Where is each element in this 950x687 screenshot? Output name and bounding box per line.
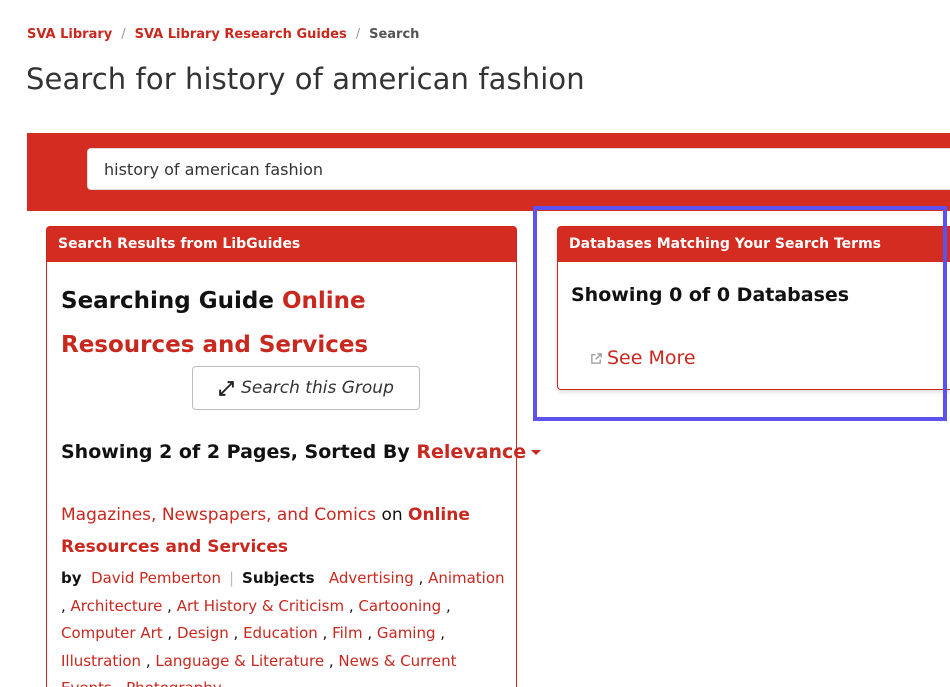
libguides-results-header: Search Results from LibGuides [47,227,516,262]
subjects-label: Subjects [242,569,315,587]
highlight-box [533,206,947,421]
subject-link[interactable]: Architecture [71,597,163,615]
breadcrumb-separator: / [355,27,361,42]
result-title-link[interactable]: Magazines, Newspapers, and Comics [61,505,376,525]
subject-link[interactable]: Animation [428,569,504,587]
result-meta: by David Pemberton | Subjects Advertising … [61,565,506,687]
caret-down-icon [531,450,542,455]
subject-link[interactable]: Advertising [329,569,414,587]
subject-link[interactable]: Computer Art [61,624,163,642]
search-this-group-label: Search this Group [241,378,394,398]
page-title: Search for history of american fashion [26,62,585,96]
showing-pages-text: Showing 2 of 2 Pages, Sorted By [61,441,410,463]
breadcrumb: SVA Library / SVA Library Research Guide… [27,27,419,42]
guide-title-prefix: Searching Guide [61,288,274,314]
search-this-group-button[interactable]: Search this Group [192,366,420,410]
by-label: by [61,569,82,587]
subject-link[interactable]: Art History & Criticism [177,597,344,615]
subject-link[interactable]: Gaming [377,624,436,642]
breadcrumb-sva-library[interactable]: SVA Library [27,27,112,42]
search-band [27,133,950,211]
showing-pages: Showing 2 of 2 Pages, Sorted By Relevanc… [61,441,542,463]
expand-arrows-icon [219,380,234,396]
libguides-results-panel: Search Results from LibGuides Searching … [46,226,542,687]
meta-divider: | [228,569,235,587]
subject-link[interactable]: Cartooning [358,597,441,615]
search-input[interactable] [87,148,950,190]
subject-link[interactable]: Illustration [61,652,141,670]
subject-link[interactable]: Language & Literature [155,652,324,670]
breadcrumb-current: Search [369,27,420,42]
subject-link[interactable]: Design [177,624,229,642]
list-item: Magazines, Newspapers, and Comics on Onl… [61,499,506,687]
subject-link[interactable]: Photography [126,679,222,687]
subject-link[interactable]: Film [332,624,362,642]
sort-dropdown-label: Relevance [416,441,527,463]
author-link[interactable]: David Pemberton [91,569,221,587]
subject-link[interactable]: Education [243,624,318,642]
breadcrumb-separator: / [121,27,126,42]
guide-title: Searching Guide Online Resources and Ser… [61,279,501,367]
breadcrumb-research-guides[interactable]: SVA Library Research Guides [135,27,347,42]
sort-dropdown[interactable]: Relevance [416,441,542,463]
result-on: on [381,505,403,525]
result-title: Magazines, Newspapers, and Comics on Onl… [61,499,506,563]
